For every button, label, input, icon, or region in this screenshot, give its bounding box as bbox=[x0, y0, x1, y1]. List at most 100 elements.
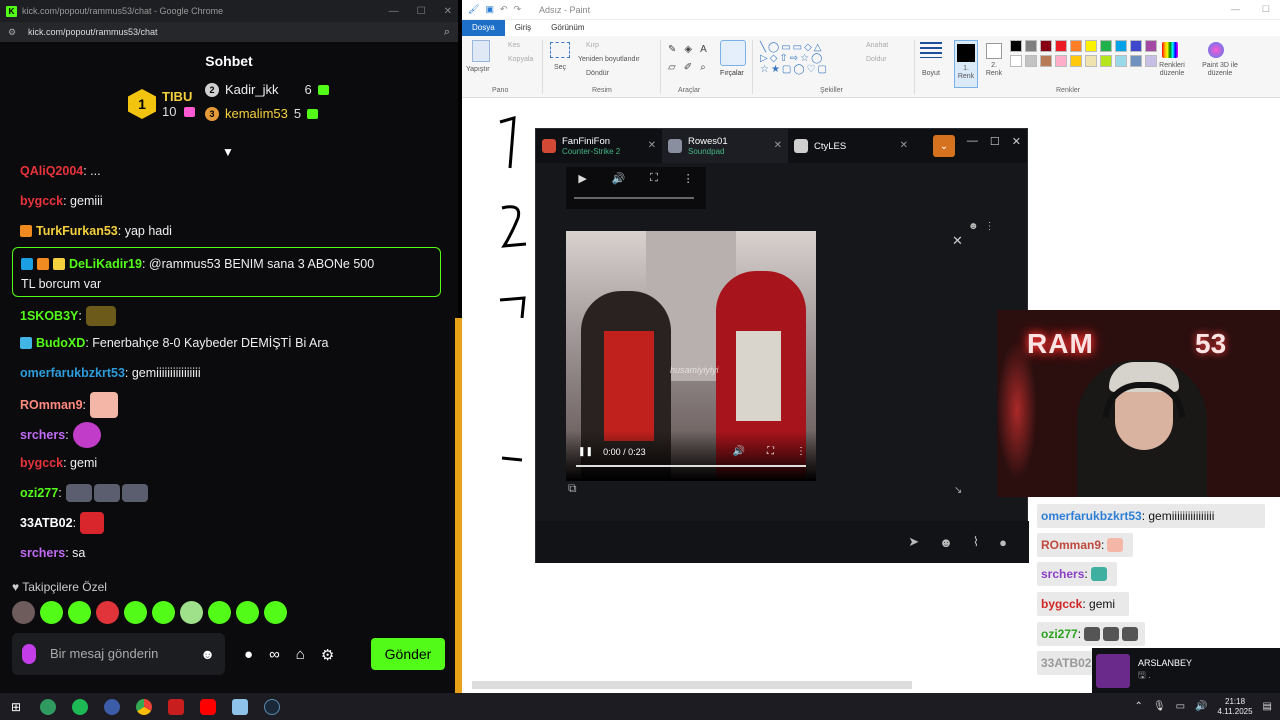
message-user[interactable]: omerfarukbzkrt53 bbox=[20, 366, 125, 380]
quick-emote[interactable] bbox=[124, 601, 147, 624]
color2-selector[interactable]: 2. Renk bbox=[982, 40, 1006, 88]
palette-color-swatch[interactable] bbox=[1040, 55, 1052, 67]
size-icon[interactable] bbox=[920, 42, 942, 58]
overlay-message-input[interactable]: ➤ ☻ ⌇ ● bbox=[536, 521, 1029, 563]
rewards-icon[interactable]: ● bbox=[244, 646, 253, 664]
close-tab-icon[interactable]: ✕ bbox=[648, 140, 656, 151]
palette-color-swatch[interactable] bbox=[1055, 40, 1067, 52]
video-player[interactable]: husamiyiyiyi ❚❚ 0:00 / 0:23 🔊 ⛶ ⋮ bbox=[566, 231, 816, 481]
quick-emote[interactable] bbox=[264, 601, 287, 624]
fullscreen-icon[interactable]: ⛶ bbox=[650, 172, 658, 185]
message-user[interactable]: 33ATB02 bbox=[20, 516, 73, 530]
cut-button[interactable]: Kes bbox=[508, 42, 520, 49]
quick-emote[interactable] bbox=[236, 601, 259, 624]
minimize-icon[interactable]: — bbox=[1231, 4, 1240, 15]
palette-color-swatch[interactable] bbox=[1070, 55, 1082, 67]
resize-handle-icon[interactable]: ↘ bbox=[954, 485, 962, 496]
second-name[interactable]: Kadir_jkk bbox=[225, 82, 278, 97]
send-button[interactable]: Gönder bbox=[371, 638, 445, 670]
volume-icon[interactable]: 🔊 bbox=[733, 446, 745, 457]
close-video-icon[interactable]: ✕ bbox=[952, 233, 963, 249]
shapes-gallery[interactable]: ╲◯▭▭◇△ ▷◇⇧⇨☆◯ ☆★▢◯♡▢ bbox=[760, 42, 829, 75]
taskbar-app-icon[interactable] bbox=[32, 693, 64, 720]
maximize-icon[interactable]: ☐ bbox=[990, 135, 1000, 148]
palette-color-swatch[interactable] bbox=[1010, 40, 1022, 52]
settings-gear-icon[interactable]: ⚙ bbox=[321, 646, 334, 664]
popout-icon[interactable]: ⧉ bbox=[568, 481, 577, 496]
chat-message-input[interactable]: Bir mesaj gönderin ☻ bbox=[12, 633, 225, 675]
palette-color-swatch[interactable] bbox=[1085, 55, 1097, 67]
tab-rowes01[interactable]: Rowes01 Soundpad ✕ bbox=[662, 129, 788, 163]
close-tab-icon[interactable]: ✕ bbox=[900, 140, 908, 151]
color-picker-icon[interactable]: ✐ bbox=[684, 62, 692, 73]
message-user[interactable]: srchers bbox=[20, 428, 65, 442]
pencil-icon[interactable]: ✎ bbox=[668, 44, 676, 55]
rotate-button[interactable]: Döndür bbox=[586, 70, 609, 77]
redo-icon[interactable]: ↷ bbox=[514, 4, 522, 15]
brushes-icon[interactable] bbox=[720, 40, 746, 66]
play-icon[interactable]: ▶ bbox=[578, 172, 586, 185]
close-icon[interactable]: ✕ bbox=[1012, 135, 1021, 148]
undo-icon[interactable]: ↶ bbox=[500, 4, 508, 15]
collapse-leaderboard-icon[interactable]: ▼ bbox=[222, 146, 234, 158]
palette-color-swatch[interactable] bbox=[1100, 40, 1112, 52]
leader-name[interactable]: TIBU bbox=[162, 89, 195, 104]
select-button[interactable]: Seç bbox=[554, 64, 566, 71]
infinity-icon[interactable]: ∞ bbox=[269, 646, 280, 664]
steam-icon[interactable] bbox=[256, 693, 288, 720]
message-user[interactable]: bygcck bbox=[20, 456, 63, 470]
paste-icon[interactable] bbox=[472, 40, 490, 62]
quick-emote[interactable] bbox=[96, 601, 119, 624]
palette-color-swatch[interactable] bbox=[1025, 40, 1037, 52]
palette-color-swatch[interactable] bbox=[1115, 55, 1127, 67]
tray-expand-icon[interactable]: ⌃ bbox=[1135, 701, 1143, 712]
emoji-icon[interactable]: ☻ bbox=[200, 646, 215, 662]
text-icon[interactable]: A bbox=[700, 44, 707, 55]
edit-colors-icon[interactable] bbox=[1162, 42, 1178, 58]
eraser-icon[interactable]: ▱ bbox=[668, 62, 676, 73]
volume-icon[interactable]: 🔊 bbox=[612, 172, 626, 185]
taskbar-app-icon[interactable] bbox=[96, 693, 128, 720]
outline-button[interactable]: Anahat bbox=[866, 42, 888, 49]
clock[interactable]: 21:18 4.11.2025 bbox=[1218, 697, 1253, 717]
emoji-icon[interactable]: ☻ bbox=[939, 535, 953, 550]
emoji-icon[interactable]: ☻ bbox=[968, 221, 979, 232]
more-icon[interactable]: ⋮ bbox=[683, 172, 694, 185]
mini-progress-bar[interactable] bbox=[574, 197, 694, 199]
quick-emote[interactable] bbox=[180, 601, 203, 624]
fill-button[interactable]: Doldur bbox=[866, 56, 887, 63]
magnifier-icon[interactable]: ⌕ bbox=[700, 62, 706, 73]
microphone-icon[interactable]: ● bbox=[999, 535, 1007, 550]
color1-selector[interactable]: 1. Renk bbox=[954, 40, 978, 88]
send-icon[interactable]: ➤ bbox=[908, 534, 919, 550]
size-button[interactable]: Boyut bbox=[922, 70, 940, 77]
message-user[interactable]: 1SKOB3Y bbox=[20, 309, 78, 323]
video-progress-bar[interactable] bbox=[576, 465, 806, 467]
message-user[interactable]: TurkFurkan53 bbox=[36, 224, 118, 238]
chrome-icon[interactable] bbox=[128, 693, 160, 720]
minimize-icon[interactable]: — bbox=[389, 6, 399, 17]
address-bar[interactable]: ⚙ kick.com/popout/rammus53/chat ⌕ bbox=[0, 22, 458, 42]
crop-button[interactable]: Kırp bbox=[586, 42, 599, 49]
site-settings-icon[interactable]: ⚙ bbox=[8, 27, 18, 38]
close-icon[interactable]: ✕ bbox=[444, 6, 452, 17]
maximize-icon[interactable]: ☐ bbox=[417, 6, 426, 17]
microphone-icon[interactable] bbox=[22, 644, 36, 664]
attach-icon[interactable]: ⌇ bbox=[973, 534, 979, 550]
palette-color-swatch[interactable] bbox=[1055, 55, 1067, 67]
palette-color-swatch[interactable] bbox=[1025, 55, 1037, 67]
youtube-icon[interactable] bbox=[192, 693, 224, 720]
message-user[interactable]: srchers bbox=[20, 546, 65, 560]
message-user[interactable]: ROmman9 bbox=[20, 398, 83, 412]
horizontal-scrollbar[interactable] bbox=[472, 681, 912, 689]
tab-home[interactable]: Giriş bbox=[505, 20, 541, 36]
minimize-icon[interactable]: — bbox=[967, 135, 978, 148]
chevron-down-icon[interactable]: ⌄ bbox=[933, 135, 955, 157]
quick-emote[interactable] bbox=[40, 601, 63, 624]
network-icon[interactable]: ▭ bbox=[1176, 701, 1185, 712]
palette-color-swatch[interactable] bbox=[1130, 55, 1142, 67]
tab-ctyles[interactable]: CtyLES ✕ bbox=[788, 129, 914, 163]
paint3d-icon[interactable] bbox=[1208, 42, 1224, 58]
palette-color-swatch[interactable] bbox=[1130, 40, 1142, 52]
palette-color-swatch[interactable] bbox=[1115, 40, 1127, 52]
